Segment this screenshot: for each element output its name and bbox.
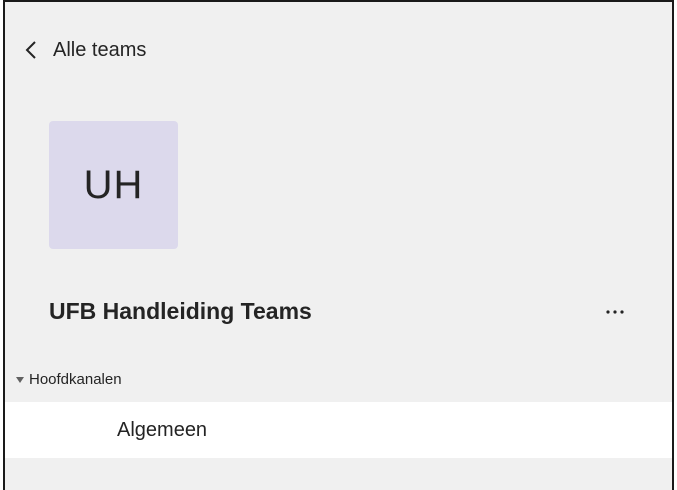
channel-group-label: Hoofdkanalen [29, 371, 122, 388]
chevron-left-icon [19, 38, 43, 62]
team-avatar: UH [49, 121, 178, 249]
channel-label: Algemeen [117, 419, 208, 441]
all-teams-label: Alle teams [53, 38, 147, 61]
all-teams-back-link[interactable]: Alle teams [19, 30, 146, 70]
team-name: UFB Handleiding Teams [49, 298, 312, 324]
more-options-button[interactable] [595, 298, 635, 326]
channel-item-algemeen[interactable]: Algemeen [5, 402, 672, 458]
channel-group-header[interactable]: Hoofdkanalen [15, 371, 122, 388]
more-options-icon [606, 310, 624, 314]
team-initials: UH [83, 162, 144, 207]
caret-down-icon [15, 375, 25, 385]
team-panel: Alle teams UH UFB Handleiding Teams Hoof… [3, 0, 674, 490]
